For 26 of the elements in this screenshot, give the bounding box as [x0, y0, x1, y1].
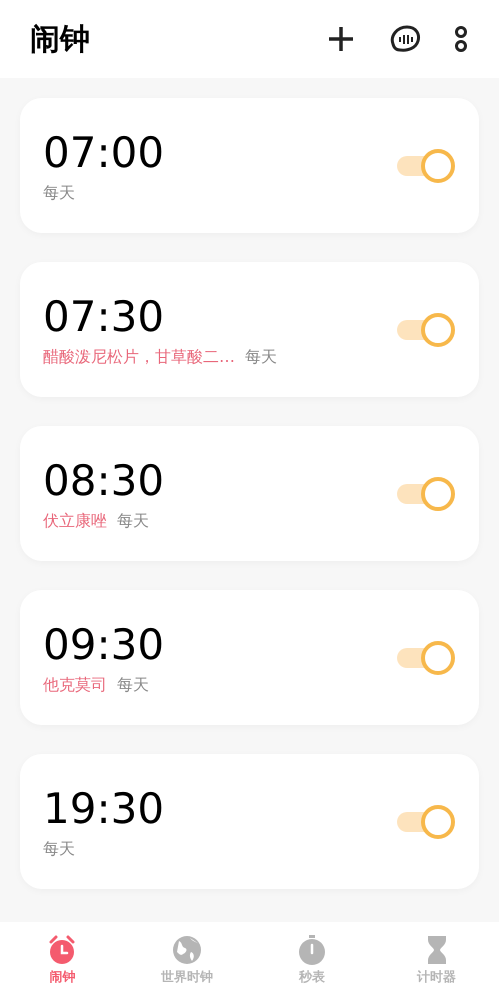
alarm-toggle[interactable] [397, 148, 455, 182]
globe-icon [171, 934, 204, 966]
alarm-time: 07:30 [43, 290, 166, 342]
alarm-toggle[interactable] [397, 640, 455, 674]
alarm-toggle[interactable] [397, 476, 455, 510]
alarm-time: 08:30 [43, 454, 166, 506]
alarm-label: 醋酸泼尼松片，甘草酸二… [43, 346, 235, 368]
alarm-card[interactable]: 08:30 伏立康唑 每天 [20, 426, 479, 561]
alarm-card[interactable]: 19:30 每天 [20, 754, 479, 889]
alarm-toggle[interactable] [397, 312, 455, 346]
alarm-card[interactable]: 07:00 每天 [20, 98, 479, 233]
alarm-label: 他克莫司 [43, 674, 107, 696]
alarm-repeat: 每天 [245, 346, 277, 368]
alarm-label: 伏立康唑 [43, 510, 107, 532]
alarm-card[interactable]: 07:30 醋酸泼尼松片，甘草酸二… 每天 [20, 262, 479, 397]
alarm-repeat: 每天 [117, 674, 149, 696]
alarm-repeat: 每天 [43, 182, 75, 204]
alarm-time: 07:00 [43, 126, 166, 178]
page-title: 闹钟 [30, 20, 91, 58]
more-options-icon[interactable] [453, 23, 469, 55]
alarm-repeat: 每天 [117, 510, 149, 532]
alarm-time: 09:30 [43, 618, 166, 670]
alarm-time: 19:30 [43, 782, 166, 834]
alarm-toggle[interactable] [397, 804, 455, 838]
alarm-repeat: 每天 [43, 838, 75, 860]
alarm-card[interactable]: 09:30 他克莫司 每天 [20, 590, 479, 725]
